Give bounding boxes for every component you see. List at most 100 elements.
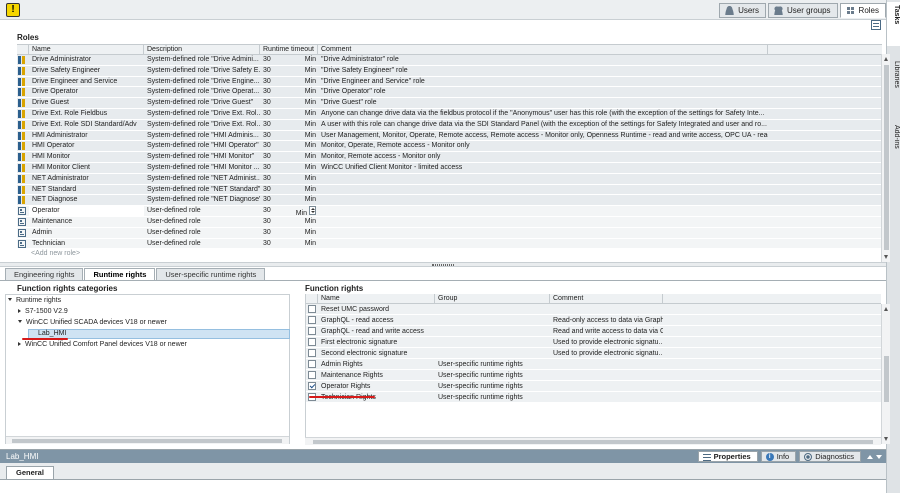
role-row[interactable]: Drive Safety Engineer System-defined role… bbox=[17, 65, 882, 77]
role-description[interactable]: User-defined role bbox=[144, 239, 260, 249]
role-comment[interactable] bbox=[318, 185, 768, 195]
role-row[interactable]: Drive Guest System-defined role "Drive Gu… bbox=[17, 98, 882, 109]
tab-diagnostics[interactable]: Diagnostics bbox=[799, 451, 861, 462]
collapsed-caret-icon[interactable] bbox=[18, 309, 21, 313]
maximize-icon[interactable] bbox=[867, 454, 873, 459]
add-new-role[interactable]: <Add new role> bbox=[17, 249, 882, 259]
role-row[interactable]: NET Standard System-defined role "NET Sta… bbox=[17, 184, 882, 196]
role-timeout[interactable]: 30 Min bbox=[260, 163, 318, 173]
horizontal-splitter[interactable] bbox=[0, 262, 886, 267]
scroll-thumb[interactable] bbox=[12, 439, 282, 443]
role-description[interactable]: System-defined role "Drive Operat... bbox=[144, 87, 260, 97]
role-timeout[interactable]: 30 Min bbox=[260, 195, 318, 205]
role-description[interactable]: System-defined role "Drive Admini... bbox=[144, 55, 260, 65]
role-comment[interactable]: "Drive Guest" role bbox=[318, 98, 768, 108]
role-name[interactable]: Drive Engineer and Service bbox=[29, 77, 144, 87]
role-comment[interactable]: A user with this role can change drive d… bbox=[318, 120, 768, 130]
role-row[interactable]: Drive Operator System-defined role "Drive… bbox=[17, 87, 882, 99]
role-comment[interactable]: Monitor, Remote access - Monitor only bbox=[318, 152, 768, 162]
tree-item-runtime-rights[interactable]: Runtime rights bbox=[8, 295, 61, 306]
function-right-checkbox[interactable] bbox=[308, 360, 316, 368]
role-name[interactable]: HMI Monitor bbox=[29, 152, 144, 162]
tab-engineering-rights[interactable]: Engineering rights bbox=[5, 268, 84, 280]
role-comment[interactable] bbox=[318, 174, 768, 184]
function-right-row[interactable]: Operator Rights User-specific runtime rig… bbox=[306, 381, 881, 392]
function-right-checkbox[interactable] bbox=[308, 338, 316, 346]
col-description[interactable]: Description bbox=[144, 45, 260, 54]
role-timeout[interactable]: 30 Min bbox=[260, 239, 318, 249]
role-description[interactable]: User-defined role bbox=[144, 217, 260, 227]
tab-info[interactable]: i Info bbox=[760, 451, 797, 462]
role-name[interactable]: HMI Operator bbox=[29, 141, 144, 151]
role-timeout[interactable]: 30 Min bbox=[260, 131, 318, 141]
role-name[interactable]: HMI Monitor Client bbox=[29, 163, 144, 173]
role-description[interactable]: System-defined role "Drive Guest" bbox=[144, 98, 260, 108]
timeout-spinner-icon[interactable] bbox=[309, 206, 316, 216]
tab-users[interactable]: Users bbox=[719, 3, 766, 18]
scroll-down-icon[interactable] bbox=[884, 437, 888, 441]
role-timeout[interactable]: 30 Min bbox=[260, 217, 318, 227]
function-right-checkbox[interactable] bbox=[308, 316, 316, 324]
role-name[interactable]: Drive Administrator bbox=[29, 55, 144, 65]
role-description[interactable]: System-defined role "HMI Adminis... bbox=[144, 131, 260, 141]
function-right-row[interactable]: Maintenance Rights User-specific runtime … bbox=[306, 370, 881, 381]
expanded-caret-icon[interactable] bbox=[8, 298, 12, 301]
expanded-caret-icon[interactable] bbox=[18, 320, 22, 323]
function-right-row[interactable]: Technician RightsUser-specific runtime r… bbox=[306, 392, 881, 403]
tab-roles[interactable]: Roles bbox=[839, 3, 886, 18]
role-timeout[interactable]: 30 Min bbox=[260, 66, 318, 76]
role-comment[interactable]: Anyone can change drive data via the fie… bbox=[318, 109, 768, 119]
tab-properties[interactable]: Properties bbox=[697, 451, 758, 462]
tab-user-specific-runtime-rights[interactable]: User-specific runtime rights bbox=[156, 268, 266, 280]
function-right-row[interactable]: First electronic signature Used to provid… bbox=[306, 337, 881, 348]
role-comment[interactable]: Monitor, Operate, Remote access - Monito… bbox=[318, 141, 768, 151]
role-description[interactable]: System-defined role "Drive Ext. Rol... bbox=[144, 109, 260, 119]
function-rights-hscrollbar[interactable] bbox=[305, 437, 881, 445]
role-timeout[interactable]: 30 Min bbox=[260, 77, 318, 87]
role-row[interactable]: HMI Administrator System-defined role "HM… bbox=[17, 130, 882, 142]
function-right-row[interactable]: Admin Rights User-specific runtime rights bbox=[306, 359, 881, 370]
role-comment[interactable]: "Drive Operator" role bbox=[318, 87, 768, 97]
role-comment[interactable] bbox=[318, 217, 768, 227]
function-right-checkbox[interactable] bbox=[308, 382, 316, 390]
role-description[interactable]: System-defined role "Drive Engine... bbox=[144, 77, 260, 87]
role-timeout[interactable]: 30 Min bbox=[260, 228, 318, 238]
col-name[interactable]: Name bbox=[318, 294, 435, 303]
role-row[interactable]: Drive Ext. Role SDI Standard/Adv System-d… bbox=[17, 119, 882, 131]
role-name[interactable]: Drive Safety Engineer bbox=[29, 66, 144, 76]
role-description[interactable]: System-defined role "NET Standard" bbox=[144, 185, 260, 195]
role-description[interactable]: System-defined role "NET Diagnose" bbox=[144, 195, 260, 205]
warning-icon[interactable]: ! bbox=[6, 3, 20, 17]
role-row[interactable]: Maintenance User-defined role 30 Min bbox=[17, 216, 882, 228]
collapsed-caret-icon[interactable] bbox=[18, 342, 21, 346]
scroll-thumb[interactable] bbox=[313, 440, 873, 444]
tab-user-groups[interactable]: User groups bbox=[767, 3, 838, 18]
role-comment[interactable]: "Drive Safety Engineer" role bbox=[318, 66, 768, 76]
tree-item-wincc-unified-scada[interactable]: WinCC Unified SCADA devices V18 or newer bbox=[18, 317, 167, 328]
role-name[interactable]: Admin bbox=[29, 228, 144, 238]
role-name[interactable]: NET Standard bbox=[29, 185, 144, 195]
role-description[interactable]: User-defined role bbox=[144, 206, 260, 216]
col-comment[interactable]: Comment bbox=[318, 45, 768, 54]
role-row[interactable]: Operator User-defined role 30 Min bbox=[17, 206, 882, 217]
role-comment[interactable]: "Drive Engineer and Service" role bbox=[318, 77, 768, 87]
role-row[interactable]: Technician User-defined role 30 Min bbox=[17, 238, 882, 250]
role-name[interactable]: HMI Administrator bbox=[29, 131, 144, 141]
minimize-icon[interactable] bbox=[876, 454, 882, 459]
role-name[interactable]: Drive Guest bbox=[29, 98, 144, 108]
role-name[interactable]: Maintenance bbox=[29, 217, 144, 227]
role-comment[interactable] bbox=[318, 239, 768, 249]
role-row[interactable]: Admin User-defined role 30 Min bbox=[17, 227, 882, 239]
role-timeout[interactable]: 30 Min bbox=[260, 98, 318, 108]
table-settings-icon[interactable] bbox=[871, 20, 881, 30]
role-timeout[interactable]: 30 Min bbox=[260, 185, 318, 195]
categories-hscrollbar[interactable] bbox=[6, 436, 289, 444]
role-description[interactable]: System-defined role "HMI Monitor" bbox=[144, 152, 260, 162]
role-row[interactable]: Drive Administrator System-defined role "… bbox=[17, 55, 882, 66]
tasks-tab[interactable]: Tasks bbox=[887, 2, 900, 46]
role-comment[interactable]: WinCC Unified Client Monitor - limited a… bbox=[318, 163, 768, 173]
tab-general[interactable]: General bbox=[6, 466, 54, 479]
function-right-row[interactable]: GraphQL - read access Read-only access to… bbox=[306, 315, 881, 326]
role-timeout[interactable]: 30 Min bbox=[260, 152, 318, 162]
scroll-down-icon[interactable] bbox=[884, 255, 888, 259]
